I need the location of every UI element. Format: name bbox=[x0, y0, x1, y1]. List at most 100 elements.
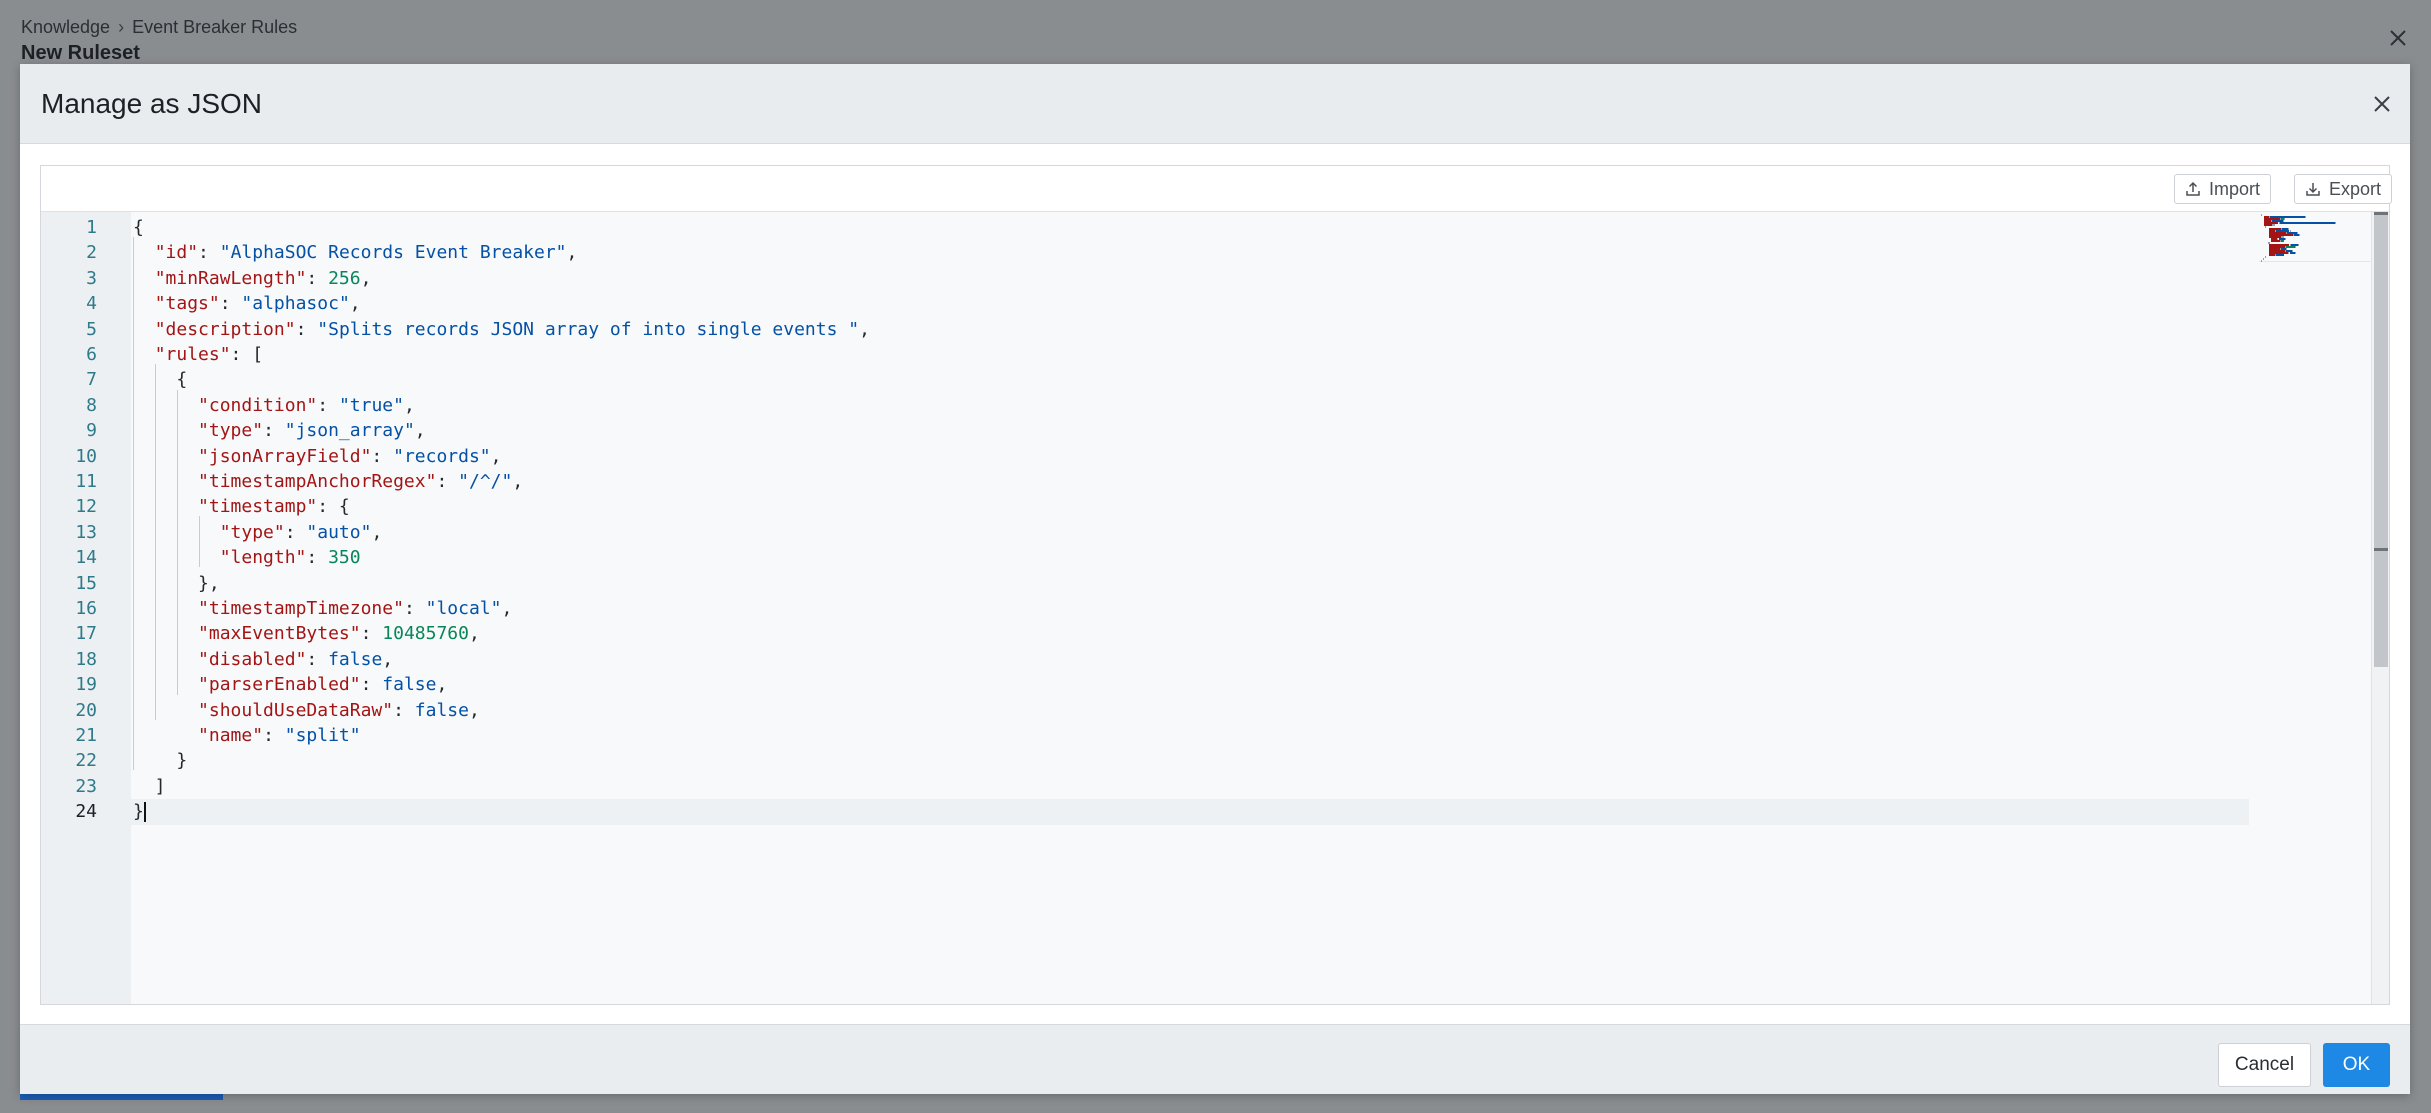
code-line[interactable]: "length": 350 bbox=[133, 545, 361, 570]
line-number: 24 bbox=[75, 801, 97, 823]
code-token: "condition" bbox=[198, 394, 318, 416]
modal-body: Import Export 1 2 3 4 5 6 7 8 9 10 11 12 13 14 15 16 17 1… bbox=[20, 144, 2410, 1024]
code-line[interactable]: ] bbox=[133, 774, 166, 799]
minimap-line bbox=[2270, 240, 2280, 242]
upload-icon bbox=[2186, 181, 2200, 196]
code-token: "records" bbox=[393, 445, 491, 467]
close-icon[interactable] bbox=[2370, 92, 2394, 116]
minimap-line bbox=[2268, 254, 2276, 256]
code-token: "Splits records JSON array of into singl… bbox=[317, 318, 860, 340]
scrollbar-marker bbox=[2374, 548, 2388, 551]
code-line[interactable]: "timestampTimezone": "local", bbox=[133, 596, 512, 621]
minimap-line bbox=[2265, 226, 2267, 228]
code-token: "tags" bbox=[154, 293, 220, 315]
editor-minimap[interactable] bbox=[2259, 212, 2371, 262]
code-line[interactable]: "disabled": false, bbox=[133, 647, 393, 672]
code-line[interactable]: "id": "AlphaSOC Records Event Breaker", bbox=[133, 240, 578, 265]
export-button[interactable]: Export bbox=[2294, 174, 2393, 204]
code-editor[interactable]: 1 2 3 4 5 6 7 8 9 10 11 12 13 14 15 16 17 18 19 20 21 22 23 24 … bbox=[41, 212, 2389, 1004]
line-number: 21 bbox=[75, 725, 97, 746]
code-token: : bbox=[263, 420, 285, 442]
scrollbar-marker bbox=[2374, 212, 2388, 215]
code-token: "type" bbox=[219, 521, 285, 543]
minimap-line bbox=[2299, 234, 2301, 236]
import-button[interactable]: Import bbox=[2174, 174, 2272, 204]
code-token: , bbox=[371, 521, 383, 543]
code-token: "description" bbox=[154, 318, 296, 340]
code-line[interactable]: { bbox=[133, 215, 144, 240]
code-token: { bbox=[133, 369, 188, 391]
cancel-button[interactable]: Cancel bbox=[2218, 1043, 2311, 1087]
breadcrumb-separator: › bbox=[118, 17, 125, 37]
code-line[interactable]: "minRawLength": 256, bbox=[133, 266, 372, 291]
code-token: }, bbox=[133, 572, 220, 594]
background-page-header: Knowledge › Event Breaker Rules New Rule… bbox=[0, 0, 2431, 70]
code-content[interactable]: { "id": "AlphaSOC Records Event Breaker"… bbox=[133, 212, 2249, 1004]
line-number: 12 bbox=[75, 496, 97, 518]
code-line[interactable]: "timestampAnchorRegex": "/^/", bbox=[133, 469, 523, 494]
export-label: Export bbox=[2329, 178, 2382, 199]
code-token: , bbox=[414, 420, 426, 442]
scrollbar-thumb[interactable] bbox=[2374, 212, 2388, 667]
code-line[interactable]: "jsonArrayField": "records", bbox=[133, 444, 501, 469]
editor-scrollbar[interactable] bbox=[2371, 212, 2389, 1004]
code-token: 350 bbox=[328, 547, 361, 569]
line-number: 19 bbox=[75, 674, 97, 696]
minimap-line bbox=[2334, 222, 2336, 224]
breadcrumb-item-event-breaker-rules[interactable]: Event Breaker Rules bbox=[132, 17, 297, 38]
code-token: : bbox=[360, 623, 383, 645]
code-line[interactable]: "type": "json_array", bbox=[133, 418, 426, 443]
code-line[interactable]: }, bbox=[133, 571, 220, 596]
code-line[interactable]: "shouldUseDataRaw": false, bbox=[133, 698, 480, 723]
code-token: "timestampAnchorRegex" bbox=[198, 471, 437, 492]
line-number: 11 bbox=[75, 471, 97, 492]
download-icon bbox=[2306, 183, 2320, 196]
line-number: 6 bbox=[86, 344, 97, 365]
code-token: : bbox=[403, 598, 426, 619]
code-token: "minRawLength" bbox=[154, 267, 307, 289]
code-token: "disabled" bbox=[198, 648, 307, 670]
code-line[interactable]: } bbox=[133, 748, 187, 773]
ok-button[interactable]: OK bbox=[2323, 1043, 2390, 1087]
code-line[interactable]: "name": "split" bbox=[133, 723, 361, 748]
code-line[interactable]: { bbox=[133, 367, 187, 392]
code-token: 256 bbox=[328, 267, 361, 289]
breadcrumb-item-knowledge[interactable]: Knowledge bbox=[21, 17, 110, 38]
import-label: Import bbox=[2209, 178, 2261, 199]
code-line[interactable]: "parserEnabled": false, bbox=[133, 672, 447, 697]
modal-header: Manage as JSON bbox=[20, 64, 2410, 144]
code-token: , bbox=[403, 394, 415, 416]
code-line[interactable]: "rules": [ bbox=[133, 342, 263, 367]
code-token: : [ bbox=[230, 344, 264, 365]
code-line[interactable]: "timestamp": { bbox=[133, 494, 350, 519]
code-line[interactable]: "type": "auto", bbox=[133, 520, 383, 545]
code-token: "shouldUseDataRaw" bbox=[198, 699, 394, 721]
code-token: : bbox=[371, 445, 394, 467]
minimap-line bbox=[2279, 222, 2335, 224]
code-token: "length" bbox=[219, 547, 307, 569]
code-line[interactable]: } bbox=[133, 799, 146, 824]
code-token: "true" bbox=[338, 394, 404, 416]
close-icon[interactable] bbox=[2386, 26, 2410, 50]
line-number: 2 bbox=[86, 242, 97, 264]
code-line[interactable]: "tags": "alphasoc", bbox=[133, 291, 361, 316]
minimap-line bbox=[2276, 254, 2284, 256]
line-number: 17 bbox=[75, 623, 97, 645]
code-line[interactable]: "description": "Splits records JSON arra… bbox=[133, 317, 870, 342]
line-number: 4 bbox=[86, 293, 97, 315]
minimap-line bbox=[2295, 252, 2297, 254]
code-line[interactable]: "condition": "true", bbox=[133, 393, 415, 418]
code-token: "alphasoc" bbox=[241, 293, 350, 315]
editor-toolbar: Import Export bbox=[41, 166, 2393, 212]
code-line[interactable]: "maxEventBytes": 10485760, bbox=[133, 621, 480, 646]
code-token: : bbox=[198, 242, 220, 264]
background-progress-strip bbox=[20, 1094, 223, 1100]
line-number: 13 bbox=[75, 521, 97, 543]
